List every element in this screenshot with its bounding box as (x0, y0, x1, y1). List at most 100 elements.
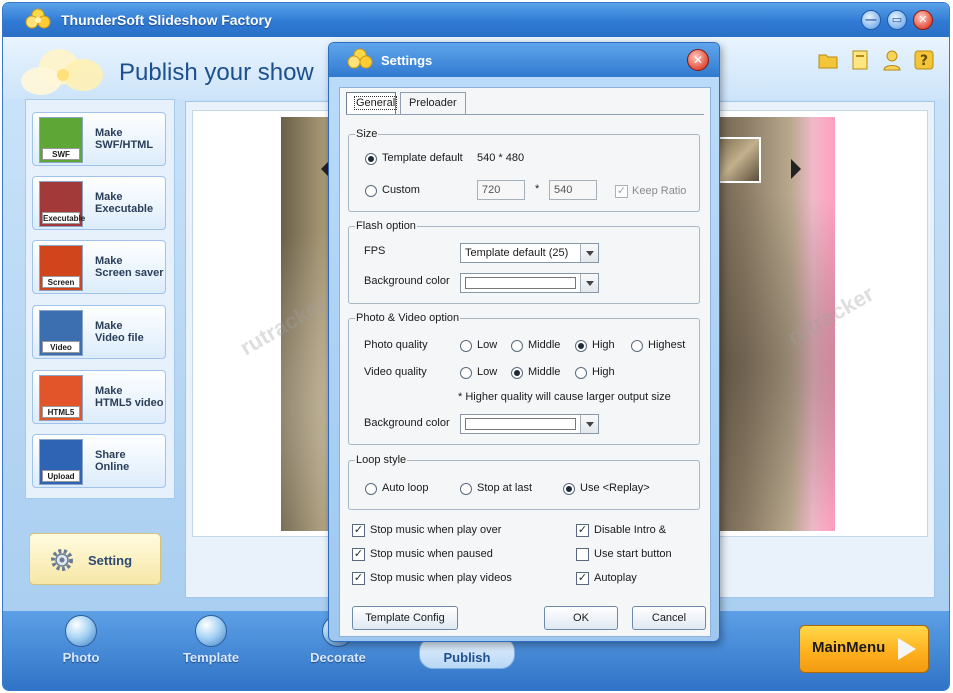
maximize-button[interactable]: ▭ (887, 10, 907, 30)
flash-bg-color-label: Background color (364, 275, 450, 287)
tab-photo[interactable]: Photo (33, 613, 129, 673)
make-swf-html-label: Make SWF/HTML (95, 127, 154, 151)
tab-divider (346, 114, 704, 115)
photo-quality-middle-radio[interactable] (511, 340, 523, 352)
setting-label: Setting (88, 553, 133, 568)
template-default-size: 540 * 480 (477, 152, 525, 164)
settings-close-button[interactable]: ✕ (687, 49, 709, 71)
autoplay-checkbox[interactable]: ✓ (576, 572, 589, 585)
tab-preloader[interactable]: Preloader (400, 92, 466, 114)
tab-general[interactable]: General (346, 92, 398, 114)
photo-bg-color-label: Background color (364, 417, 450, 429)
photo-quality-high-radio[interactable] (575, 340, 587, 352)
settings-title: Settings (381, 53, 433, 68)
use-replay-radio[interactable] (563, 483, 575, 495)
chevron-down-icon (580, 415, 598, 433)
tab-general-label: General (353, 96, 398, 110)
screen-saver-icon: Screen (39, 245, 83, 291)
folder-icon[interactable] (817, 49, 839, 71)
preview-thumbnail[interactable] (715, 137, 761, 183)
arrow-right-icon (898, 638, 916, 660)
stop-at-last-radio[interactable] (460, 483, 472, 495)
fps-select[interactable]: Template default (25) (460, 243, 599, 263)
html5-icon: HTML5 (39, 375, 83, 421)
use-start-button-checkbox[interactable] (576, 548, 589, 561)
loop-style-legend: Loop style (355, 454, 408, 466)
user-icon[interactable] (881, 49, 903, 71)
template-default-radio[interactable] (365, 153, 377, 165)
size-group: Size Template default 540 * 480 Custom 7… (348, 128, 700, 212)
auto-loop-radio[interactable] (365, 483, 377, 495)
height-input[interactable]: 540 (549, 180, 597, 200)
make-executable-button[interactable]: Executable Make Executable (32, 176, 166, 230)
width-input[interactable]: 720 (477, 180, 525, 200)
quality-note: * Higher quality will cause larger outpu… (458, 391, 671, 403)
settings-body: General Preloader Size Template default … (339, 87, 711, 637)
swf-tag: SWF (42, 148, 80, 160)
chevron-down-icon (580, 244, 598, 262)
ok-button[interactable]: OK (544, 606, 618, 630)
template-config-button[interactable]: Template Config (352, 606, 458, 630)
stop-music-play-over-label: Stop music when play over (370, 524, 502, 536)
swf-icon: SWF (39, 117, 83, 163)
html5-tag: HTML5 (42, 406, 80, 418)
make-video-file-label: Make Video file (95, 320, 144, 344)
cancel-button[interactable]: Cancel (632, 606, 706, 630)
video-quality-low-label: Low (477, 366, 498, 378)
make-video-file-button[interactable]: Video Make Video file (32, 305, 166, 359)
disable-intro-checkbox[interactable]: ✓ (576, 524, 589, 537)
photo-icon (65, 615, 97, 647)
custom-size-radio[interactable] (365, 185, 377, 197)
video-file-icon: Video (39, 310, 83, 356)
app-logo-icon (25, 8, 51, 29)
tab-template[interactable]: Template (163, 613, 259, 673)
video-quality-high-label: High (592, 366, 615, 378)
stop-music-paused-checkbox[interactable]: ✓ (352, 548, 365, 561)
video-quality-high-radio[interactable] (575, 367, 587, 379)
stop-music-videos-checkbox[interactable]: ✓ (352, 572, 365, 585)
share-online-button[interactable]: Upload Share Online (32, 434, 166, 488)
flash-bg-color-select[interactable] (460, 273, 599, 293)
upload-tag: Upload (42, 470, 80, 482)
photo-video-option-group: Photo & Video option Photo quality Low M… (348, 312, 700, 445)
make-executable-label: Make Executable (95, 191, 154, 215)
make-swf-html-button[interactable]: SWF Make SWF/HTML (32, 112, 166, 166)
executable-icon: Executable (39, 181, 86, 227)
stop-music-videos-label: Stop music when play videos (370, 572, 512, 584)
video-quality-middle-radio[interactable] (511, 367, 523, 379)
use-start-button-label: Use start button (594, 548, 672, 560)
title-bar[interactable]: ThunderSoft Slideshow Factory — ▭ ✕ (3, 3, 949, 37)
document-icon[interactable] (849, 49, 871, 71)
disable-intro-label: Disable Intro & (594, 524, 667, 536)
close-icon: ✕ (918, 14, 928, 26)
next-arrow-icon[interactable] (791, 159, 801, 179)
size-legend: Size (355, 128, 379, 140)
color-swatch (465, 418, 576, 430)
template-default-label: Template default (382, 152, 463, 164)
make-screen-saver-button[interactable]: Screen Make Screen saver (32, 240, 166, 294)
stop-music-play-over-checkbox[interactable]: ✓ (352, 524, 365, 537)
keep-ratio-checkbox[interactable]: ✓ (615, 185, 628, 198)
tab-decorate-label: Decorate (310, 650, 366, 665)
help-icon[interactable]: ? (913, 49, 935, 71)
main-menu-button[interactable]: MainMenu (799, 625, 929, 673)
executable-tag: Executable (42, 212, 86, 224)
maximize-icon: ▭ (891, 14, 903, 26)
photo-quality-low-radio[interactable] (460, 340, 472, 352)
minimize-button[interactable]: — (861, 10, 881, 30)
photo-quality-high-label: High (592, 339, 615, 351)
setting-button[interactable]: Setting (29, 533, 161, 585)
close-button[interactable]: ✕ (913, 10, 933, 30)
photo-quality-highest-radio[interactable] (631, 340, 643, 352)
auto-loop-label: Auto loop (382, 482, 429, 494)
top-toolbar: ? (817, 49, 935, 71)
video-quality-low-radio[interactable] (460, 367, 472, 379)
video-quality-label: Video quality (364, 366, 427, 378)
photo-quality-low-label: Low (477, 339, 498, 351)
main-menu-label: MainMenu (812, 639, 886, 656)
make-html5-video-button[interactable]: HTML5 Make HTML5 video (32, 370, 166, 424)
flash-option-group: Flash option FPS Template default (25) B… (348, 220, 700, 304)
gear-icon (51, 549, 73, 571)
photo-bg-color-select[interactable] (460, 414, 599, 434)
settings-title-bar[interactable]: Settings ✕ (329, 43, 719, 77)
